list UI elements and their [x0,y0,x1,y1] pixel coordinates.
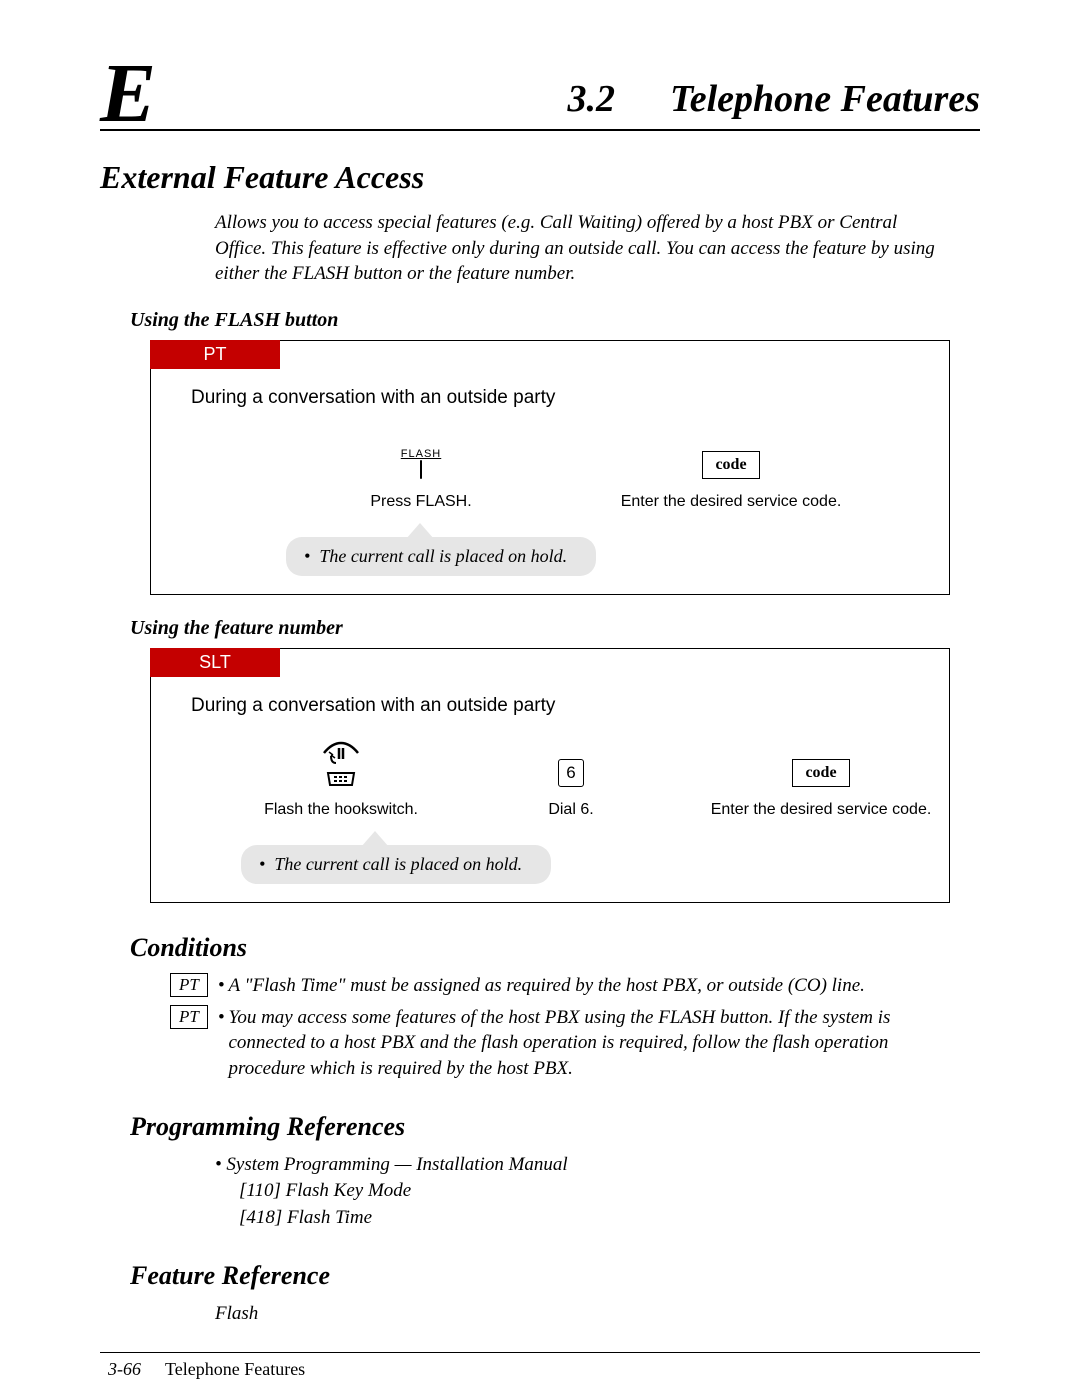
section-title: External Feature Access [100,159,980,196]
proc1-tab: PT [150,340,280,369]
feature-ref-heading: Feature Reference [130,1261,980,1291]
hookswitch-icon [318,741,364,787]
footer-rule [100,1352,980,1353]
programming-ref2: [418] Flash Time [239,1207,372,1228]
proc1-callout: • The current call is placed on hold. [286,537,596,576]
feature-ref-item: Flash [215,1301,940,1328]
pt-badge: PT [170,1005,208,1029]
pt-badge: PT [170,973,208,997]
proc2-condition: During a conversation with an outside pa… [191,695,949,717]
proc2-tab: SLT [150,648,280,677]
flash-caption: Press FLASH. [321,493,521,511]
proc2-steps: Flash the hookswitch. 6 Dial 6. code Ent… [241,735,949,819]
condition-text: A "Flash Time" must be assigned as requi… [229,973,865,999]
dial6-caption: Dial 6. [511,801,631,819]
key-6-icon: 6 [558,759,584,787]
flash-key-label: FLASH [401,448,441,460]
proc2-heading: Using the feature number [130,617,980,640]
condition-text: You may access some features of the host… [229,1005,941,1082]
step-code-2: code Enter the desired service code. [701,735,941,819]
proc2-box: SLT During a conversation with an outsid… [150,648,950,903]
section-number: 3.2 [568,78,616,120]
step-code: code Enter the desired service code. [611,427,851,511]
step-dial6: 6 Dial 6. [511,735,631,819]
code-caption: Enter the desired service code. [611,493,851,511]
footer-label: Telephone Features [165,1359,305,1379]
proc1-condition: During a conversation with an outside pa… [191,387,949,409]
code-box-icon-2: code [792,759,849,787]
code-box-icon: code [702,451,759,479]
condition-item: PT • A "Flash Time" must be assigned as … [170,973,940,999]
page-footer: 3-66 Telephone Features [108,1359,980,1380]
programming-heading: Programming References [130,1112,980,1142]
proc1-heading: Using the FLASH button [130,309,980,332]
callout-tail-icon [406,523,434,539]
step-hookswitch: Flash the hookswitch. [241,735,441,819]
proc1-callout-text: The current call is placed on hold. [319,546,567,566]
intro-paragraph: Allows you to access special features (e… [215,210,940,287]
programming-ref1: [110] Flash Key Mode [239,1180,411,1201]
header-right: 3.2 Telephone Features [156,77,980,127]
proc2-callout-text: The current call is placed on hold. [274,854,522,874]
proc1-steps: FLASH Press FLASH. code Enter the desire… [321,427,949,511]
step-flash: FLASH Press FLASH. [321,427,521,511]
page-header: E 3.2 Telephone Features [100,60,980,131]
flash-key-icon [420,460,422,479]
condition-item: PT • You may access some features of the… [170,1005,940,1082]
conditions-heading: Conditions [130,933,980,963]
callout-tail-icon-2 [361,831,389,847]
header-title: Telephone Features [670,78,980,120]
page-number: 3-66 [108,1359,141,1379]
hookswitch-caption: Flash the hookswitch. [241,801,441,819]
code-caption-2: Enter the desired service code. [701,801,941,819]
chapter-letter: E [100,60,156,127]
programming-line1: System Programming — Installation Manual [226,1154,567,1175]
proc2-callout: • The current call is placed on hold. [241,845,551,884]
proc1-box: PT During a conversation with an outside… [150,340,950,595]
document-page: E 3.2 Telephone Features External Feature… [0,0,1080,1397]
programming-body: • System Programming — Installation Manu… [215,1152,940,1232]
flash-button-icon: FLASH [401,448,441,479]
